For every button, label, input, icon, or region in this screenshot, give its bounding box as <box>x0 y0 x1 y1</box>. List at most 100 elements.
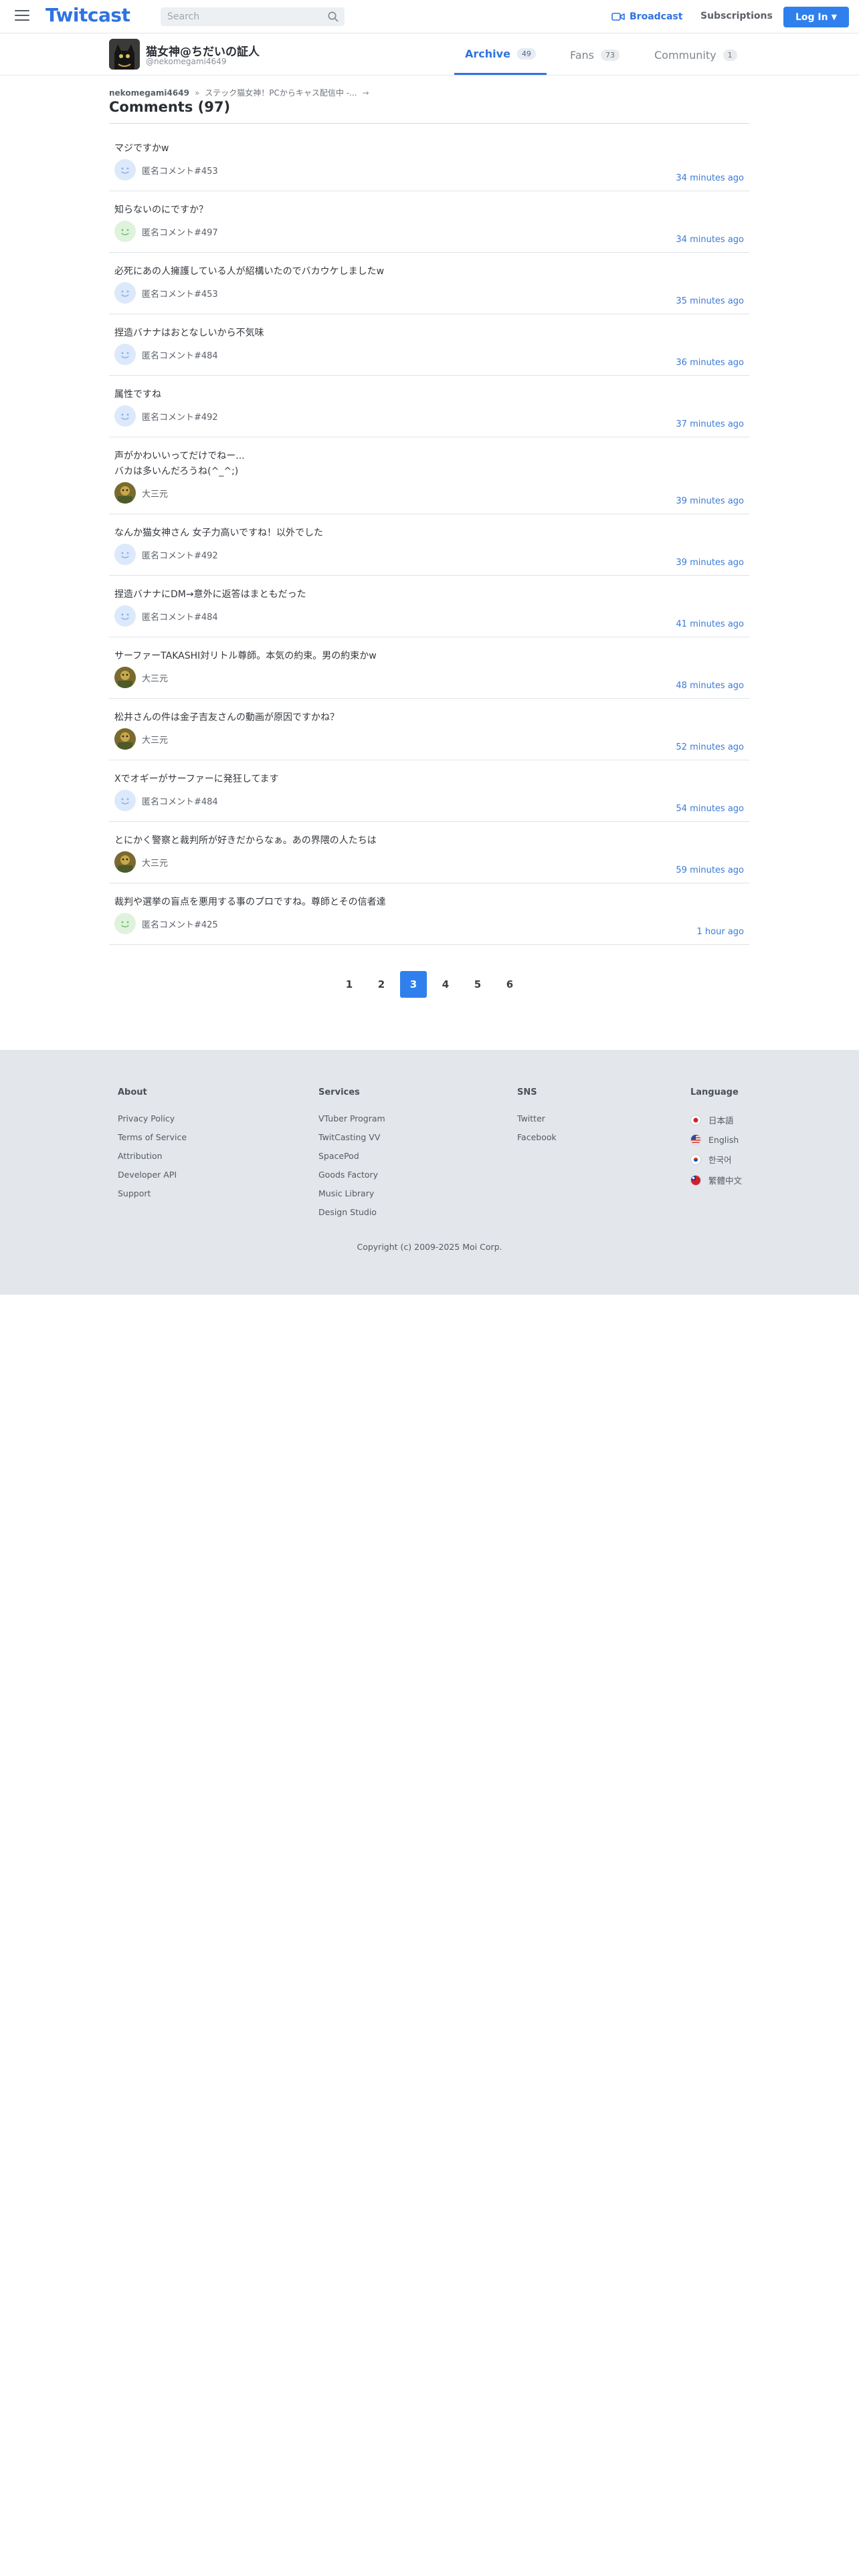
page-button[interactable]: 1 <box>336 971 363 998</box>
comment-author[interactable]: 匿名コメント#484 <box>114 790 218 811</box>
user-avatar[interactable] <box>114 851 136 873</box>
search-input[interactable] <box>167 10 321 23</box>
anonymous-avatar-icon[interactable] <box>114 913 136 934</box>
footer-link-twitcasting-vv[interactable]: TwitCasting VV <box>318 1132 385 1142</box>
comment-timestamp[interactable]: 35 minutes ago <box>676 296 744 306</box>
comment-timestamp[interactable]: 39 minutes ago <box>676 496 744 506</box>
comment-timestamp[interactable]: 34 minutes ago <box>676 235 744 245</box>
comment-author[interactable]: 匿名コメント#453 <box>114 282 218 304</box>
comment-author[interactable]: 匿名コメント#492 <box>114 405 218 427</box>
breadcrumb-user-link[interactable]: nekomegami4649 <box>109 88 189 98</box>
comment-username[interactable]: 匿名コメント#492 <box>142 548 218 561</box>
comment-timestamp[interactable]: 37 minutes ago <box>676 419 744 429</box>
tab-archive[interactable]: Archive 49 <box>454 34 547 75</box>
anonymous-avatar-icon[interactable] <box>114 605 136 627</box>
comment-timestamp[interactable]: 48 minutes ago <box>676 681 744 691</box>
comment-timestamp[interactable]: 1 hour ago <box>697 927 744 937</box>
comment-timestamp[interactable]: 41 minutes ago <box>676 619 744 629</box>
tab-label: Archive <box>465 47 510 60</box>
footer-link-goods-factory[interactable]: Goods Factory <box>318 1170 385 1180</box>
comment-username[interactable]: 匿名コメント#484 <box>142 610 218 623</box>
anonymous-avatar-icon[interactable] <box>114 544 136 565</box>
anonymous-avatar-icon[interactable] <box>114 221 136 242</box>
site-logo[interactable]: Twitcast <box>45 4 130 26</box>
page-button[interactable]: 2 <box>368 971 395 998</box>
user-handle: @nekomegami4649 <box>146 57 227 66</box>
comment-username[interactable]: 匿名コメント#497 <box>142 225 218 238</box>
comment-username[interactable]: 匿名コメント#453 <box>142 164 218 177</box>
comment-username[interactable]: 大三元 <box>142 671 168 684</box>
comment-item: とにかく警察と裁判所が好きだからなぁ。あの界隈の人たちは 大三元 59 minute… <box>109 822 749 883</box>
comment-timestamp[interactable]: 52 minutes ago <box>676 742 744 752</box>
page-title: Comments (97) <box>109 99 231 115</box>
comment-username[interactable]: 匿名コメント#484 <box>142 348 218 361</box>
comment-username[interactable]: 匿名コメント#453 <box>142 287 218 300</box>
language-option-japanese[interactable]: 日本語 <box>690 1113 742 1126</box>
page-button-current[interactable]: 3 <box>400 971 427 998</box>
comment-author[interactable]: 匿名コメント#425 <box>114 913 218 934</box>
footer-link-attribution[interactable]: Attribution <box>118 1151 187 1161</box>
comment-author[interactable]: 大三元 <box>114 728 168 750</box>
tab-fans[interactable]: Fans 73 <box>559 34 630 76</box>
user-avatar[interactable] <box>109 39 140 70</box>
footer-link-spacepod[interactable]: SpacePod <box>318 1151 385 1161</box>
footer-link-terms-of-service[interactable]: Terms of Service <box>118 1132 187 1142</box>
comment-username[interactable]: 大三元 <box>142 856 168 869</box>
comment-timestamp[interactable]: 34 minutes ago <box>676 173 744 183</box>
comment-author[interactable]: 匿名コメント#497 <box>114 221 218 242</box>
page-button[interactable]: 6 <box>496 971 523 998</box>
footer-link-twitter[interactable]: Twitter <box>517 1113 557 1123</box>
taiwan-flag-icon <box>690 1174 701 1186</box>
footer-services-column: Services VTuber Program TwitCasting VV S… <box>318 1087 385 1226</box>
comment-username[interactable]: 大三元 <box>142 487 168 500</box>
footer-link-developer-api[interactable]: Developer API <box>118 1170 187 1180</box>
anonymous-avatar-icon[interactable] <box>114 790 136 811</box>
comment-username[interactable]: 匿名コメント#484 <box>142 794 218 807</box>
comment-author[interactable]: 大三元 <box>114 667 168 688</box>
subscriptions-link[interactable]: Subscriptions <box>700 11 773 21</box>
comment-username[interactable]: 匿名コメント#425 <box>142 918 218 930</box>
pagination: 123456 <box>0 971 859 998</box>
footer-link-design-studio[interactable]: Design Studio <box>318 1207 385 1217</box>
anonymous-avatar-icon[interactable] <box>114 282 136 304</box>
page-button[interactable]: 5 <box>464 971 491 998</box>
comment-author[interactable]: 大三元 <box>114 482 168 504</box>
comment-timestamp[interactable]: 54 minutes ago <box>676 804 744 814</box>
footer-link-vtuber-program[interactable]: VTuber Program <box>318 1113 385 1123</box>
user-avatar[interactable] <box>114 667 136 688</box>
comment-author[interactable]: 匿名コメント#453 <box>114 159 218 181</box>
comment-author[interactable]: 大三元 <box>114 851 168 873</box>
comment-item: Xでオギーがサーファーに発狂してます 匿名コメント#484 54 minutes a… <box>109 760 749 822</box>
page-button[interactable]: 4 <box>432 971 459 998</box>
comment-username[interactable]: 大三元 <box>142 733 168 746</box>
breadcrumb-movie-link[interactable]: ステック猫女神！PCからキャス配信中 -... <box>205 87 357 98</box>
footer-link-facebook[interactable]: Facebook <box>517 1132 557 1142</box>
user-avatar[interactable] <box>114 482 136 504</box>
anonymous-avatar-icon[interactable] <box>114 405 136 427</box>
comment-timestamp[interactable]: 39 minutes ago <box>676 558 744 568</box>
comment-author[interactable]: 匿名コメント#484 <box>114 344 218 365</box>
language-option-korean[interactable]: 한국어 <box>690 1153 742 1166</box>
language-option-english[interactable]: English <box>690 1134 742 1145</box>
footer-link-music-library[interactable]: Music Library <box>318 1188 385 1198</box>
comment-author[interactable]: 匿名コメント#492 <box>114 544 218 565</box>
login-button[interactable]: Log In ▼ <box>783 7 849 27</box>
broadcast-link[interactable]: Broadcast <box>611 9 682 24</box>
anonymous-avatar-icon[interactable] <box>114 159 136 181</box>
user-avatar[interactable] <box>114 728 136 750</box>
footer-heading: About <box>118 1087 147 1097</box>
footer-link-privacy-policy[interactable]: Privacy Policy <box>118 1113 187 1123</box>
tab-label: Fans <box>570 48 595 62</box>
comment-username[interactable]: 匿名コメント#492 <box>142 410 218 423</box>
comment-author[interactable]: 匿名コメント#484 <box>114 605 218 627</box>
comment-text: 声がかわいいってだけでねー... バカは多いんだろうね(^_^;) <box>114 451 245 477</box>
tab-community[interactable]: Community 1 <box>644 34 748 76</box>
footer-link-support[interactable]: Support <box>118 1188 187 1198</box>
comment-text: 松井さんの件は金子吉友さんの動画が原因ですかね？ <box>114 712 339 723</box>
search-icon[interactable] <box>327 11 339 23</box>
menu-icon[interactable] <box>15 10 29 22</box>
anonymous-avatar-icon[interactable] <box>114 344 136 365</box>
comment-timestamp[interactable]: 36 minutes ago <box>676 358 744 368</box>
language-option-traditional-chinese[interactable]: 繁體中文 <box>690 1174 742 1186</box>
comment-timestamp[interactable]: 59 minutes ago <box>676 865 744 875</box>
